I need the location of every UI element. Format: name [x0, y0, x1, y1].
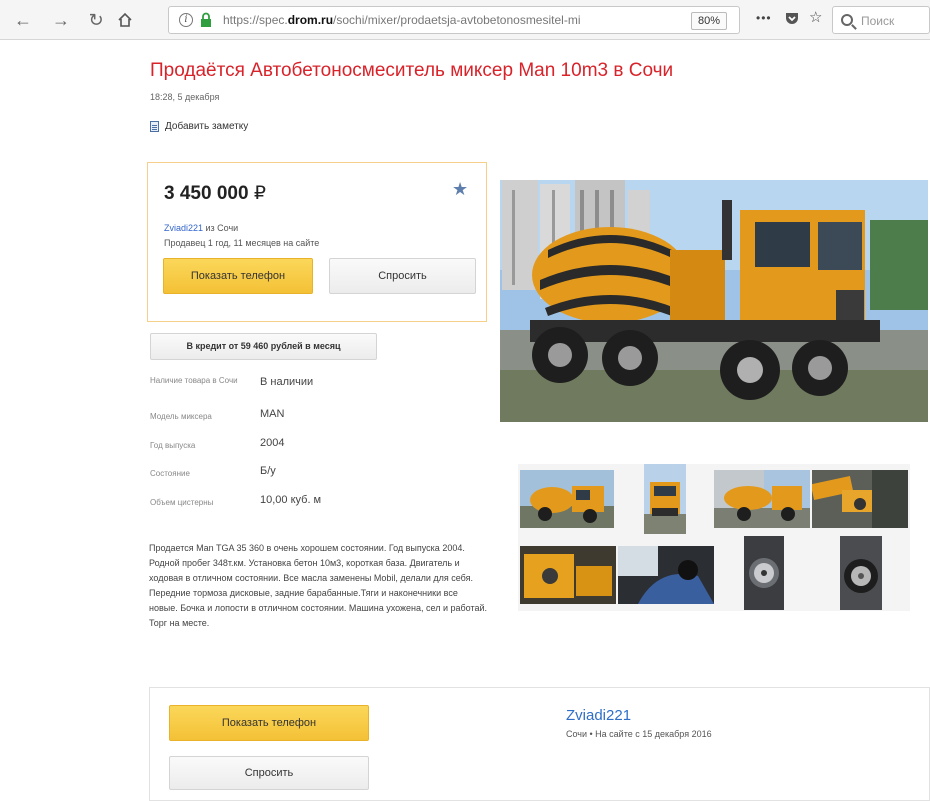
forward-icon[interactable]: →: [50, 9, 72, 31]
truck-photo-image: [500, 180, 928, 422]
reload-icon[interactable]: ↻: [85, 9, 107, 31]
favorite-star-icon[interactable]: ★: [452, 180, 468, 198]
spec-value: Б/у: [260, 465, 276, 477]
show-phone-button[interactable]: Показать телефон: [169, 705, 369, 741]
info-icon[interactable]: i: [179, 13, 193, 27]
seller-link[interactable]: Zviadi221: [164, 223, 203, 233]
gallery-thumbnail[interactable]: [618, 546, 714, 604]
spec-label: Год выпуска: [150, 441, 196, 450]
search-input[interactable]: Поиск: [832, 6, 930, 34]
spec-label: Наличие товара в Сочи: [150, 376, 238, 385]
spec-label: Состояние: [150, 469, 190, 478]
url-text[interactable]: https://spec.drom.ru/sochi/mixer/prodaet…: [223, 13, 661, 27]
gallery-thumbnail[interactable]: [714, 470, 810, 528]
spec-value: 2004: [260, 437, 285, 449]
ask-button[interactable]: Спросить: [169, 756, 369, 790]
contact-panel: Показать телефон Спросить Zviadi221 Сочи…: [149, 687, 930, 801]
bookmark-star-icon[interactable]: ☆: [809, 10, 822, 25]
page-title: Продаётся Автобетоносмеситель миксер Man…: [150, 60, 674, 81]
seller-name-link[interactable]: Zviadi221: [566, 707, 631, 724]
seller-line: Zviadi221 из Сочи: [164, 223, 239, 233]
spec-value: 10,00 куб. м: [260, 494, 322, 506]
browser-toolbar: ← → ↻ i https://spec.drom.ru/sochi/mixer…: [0, 0, 930, 40]
post-date: 18:28, 5 декабря: [150, 92, 220, 102]
gallery-thumbnail[interactable]: [644, 464, 686, 534]
back-icon[interactable]: ←: [12, 9, 34, 31]
main-photo[interactable]: [500, 180, 928, 422]
address-bar[interactable]: i https://spec.drom.ru/sochi/mixer/proda…: [168, 6, 740, 34]
gallery-thumbnail[interactable]: [812, 470, 908, 528]
gallery-thumbnail[interactable]: [520, 470, 614, 528]
add-note-link[interactable]: Добавить заметку: [150, 121, 248, 132]
search-icon: [841, 14, 853, 26]
photo-gallery: [518, 464, 910, 611]
gallery-thumbnail[interactable]: [744, 536, 784, 610]
ask-button[interactable]: Спросить: [329, 258, 476, 294]
gallery-thumbnail[interactable]: [520, 546, 616, 604]
spec-label: Объем цистерны: [150, 498, 214, 507]
seller-since: Продавец 1 год, 11 месяцев на сайте: [164, 238, 320, 248]
show-phone-button[interactable]: Показать телефон: [163, 258, 313, 294]
spec-value: В наличии: [260, 376, 314, 388]
price-card: 3 450 000 ₽ ★ Zviadi221 из Сочи Продавец…: [147, 162, 487, 322]
note-icon: [150, 121, 159, 132]
zoom-level[interactable]: 80%: [691, 12, 728, 30]
description: Продается Man TGA 35 360 в очень хорошем…: [149, 543, 488, 628]
spec-label: Модель миксера: [150, 412, 212, 421]
seller-info: Сочи • На сайте с 15 декабря 2016: [566, 729, 712, 739]
pocket-icon[interactable]: [784, 10, 800, 29]
lock-icon: [201, 12, 211, 27]
more-icon[interactable]: •••: [756, 12, 772, 24]
credit-button[interactable]: В кредит от 59 460 рублей в месяц: [150, 333, 377, 360]
spec-value: MAN: [260, 408, 285, 420]
home-icon[interactable]: [114, 9, 136, 31]
gallery-thumbnail[interactable]: [840, 536, 882, 610]
price: 3 450 000 ₽: [164, 183, 266, 204]
